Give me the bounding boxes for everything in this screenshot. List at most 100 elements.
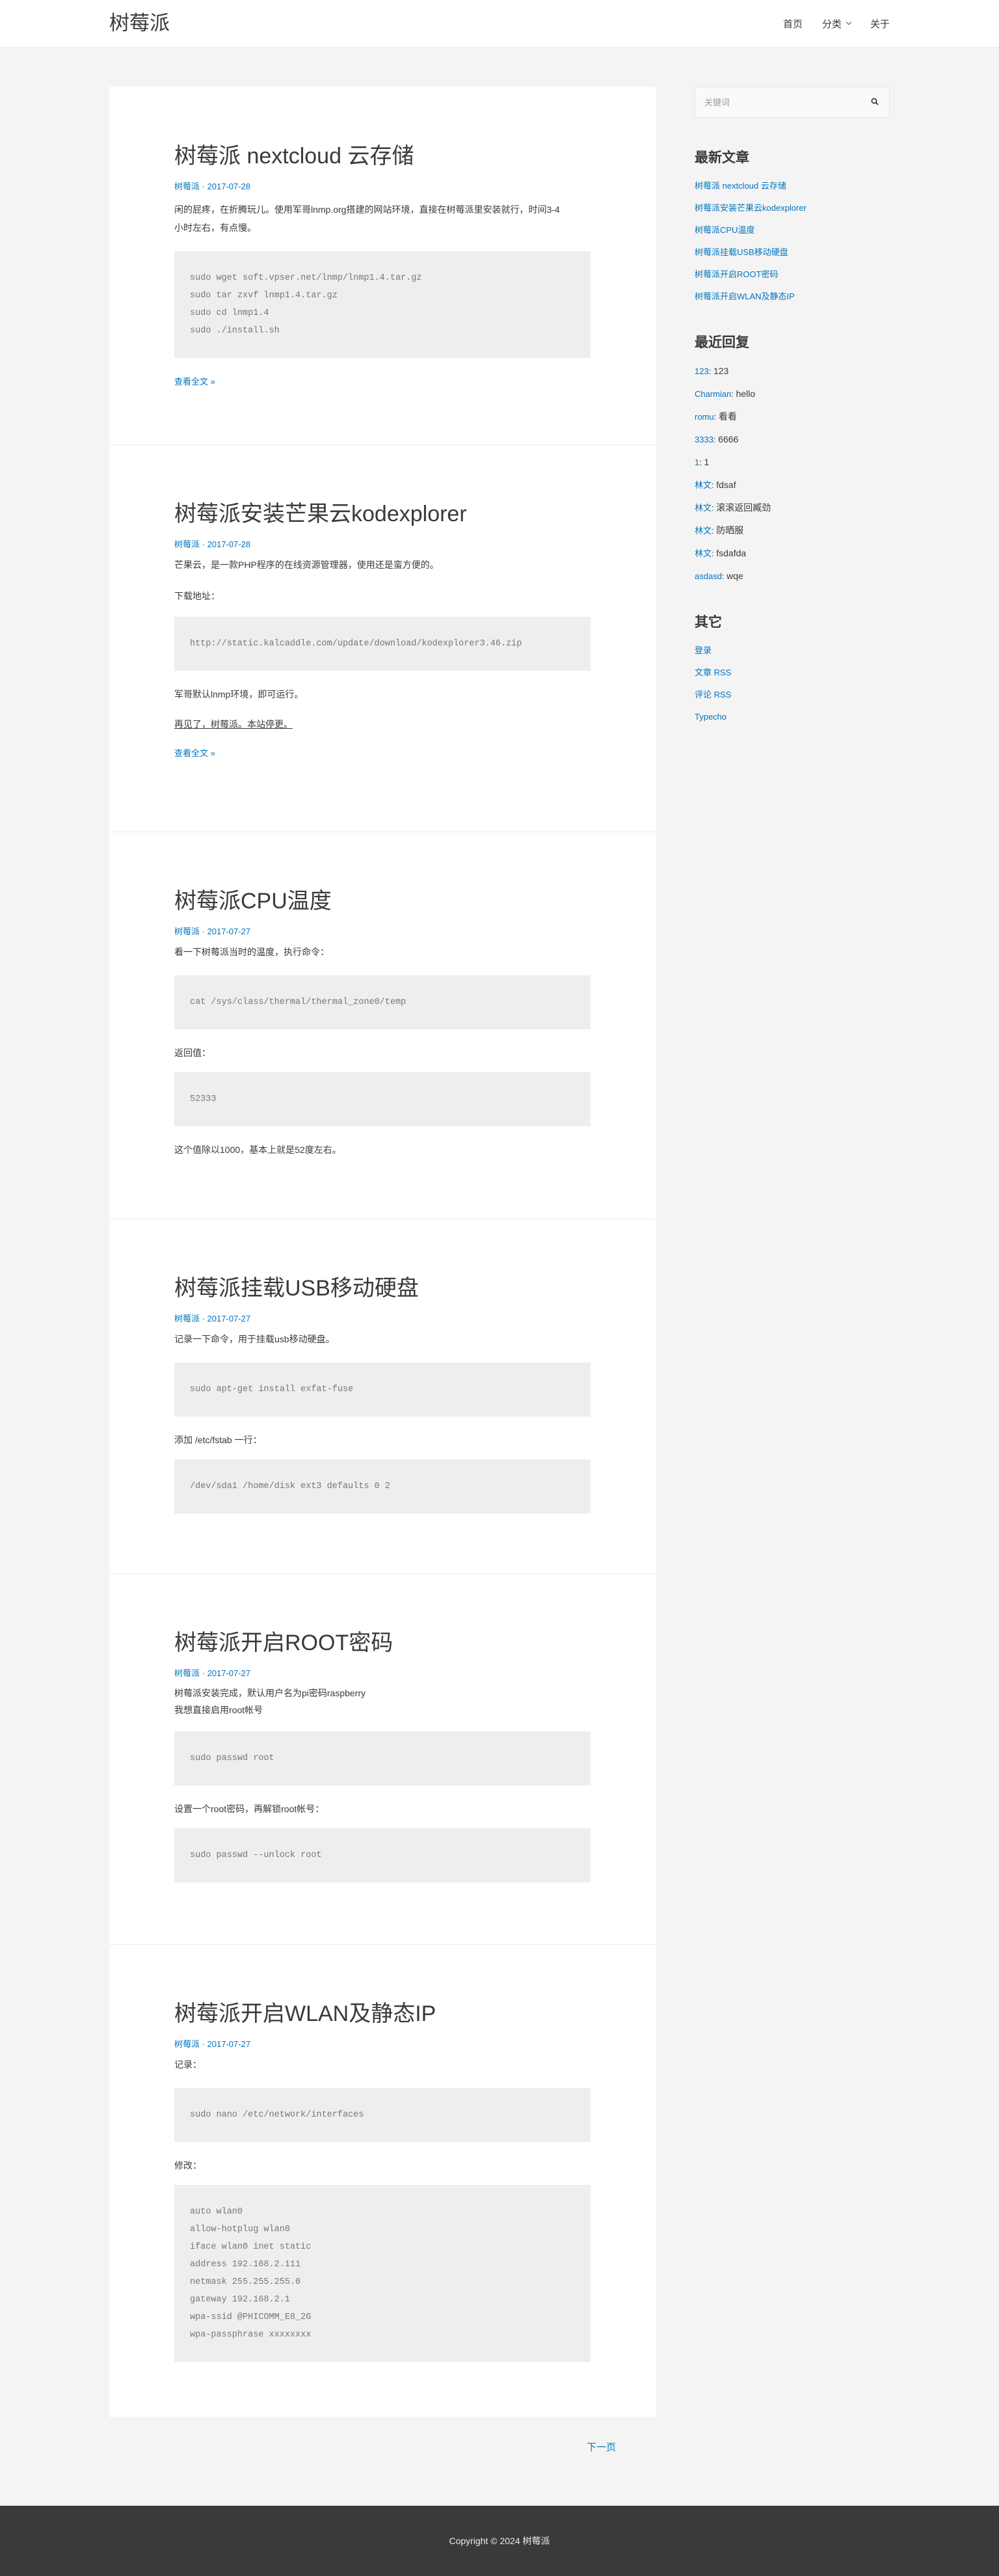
post-card: 树莓派开启ROOT密码 树莓派 · 2017-07-27 树莓派安装完成，默认用…	[109, 1573, 656, 1945]
post-text: 修改：	[174, 2160, 202, 2171]
comment-author-link[interactable]: Charmian	[695, 389, 731, 399]
post-meta: 树莓派 · 2017-07-27	[174, 1314, 251, 1323]
comment-text: fsdafda	[716, 548, 747, 558]
widget-title: 最新文章	[695, 150, 749, 165]
main-nav: 首页 分类 关于	[764, 0, 890, 47]
nav-category-label: 分类	[821, 18, 842, 30]
widget-title: 最近回复	[695, 335, 749, 350]
post-category[interactable]: 树莓派	[174, 1668, 200, 1678]
post-category[interactable]: 树莓派	[174, 927, 200, 936]
typecho-link[interactable]: Typecho	[695, 712, 726, 722]
post-card: 树莓派开启WLAN及静态IP 树莓派 · 2017-07-27 记录： sudo…	[109, 1944, 656, 2417]
post-meta: 树莓派 · 2017-07-28	[174, 539, 251, 549]
comment-item: 123: 123	[695, 366, 729, 376]
list-item: 树莓派开启ROOT密码	[695, 264, 890, 286]
recent-post-link[interactable]: 树莓派开启WLAN及静态IP	[695, 291, 795, 301]
nav-category[interactable]: 分类	[821, 17, 852, 31]
nav-home[interactable]: 首页	[783, 17, 803, 31]
comment-author-link[interactable]: romu	[695, 412, 714, 422]
search-input[interactable]	[703, 94, 862, 110]
search-box	[695, 87, 890, 118]
code-block: sudo passwd root	[174, 1731, 591, 1785]
comment-author-link[interactable]: asdasd	[695, 571, 722, 581]
post-card: 树莓派 nextcloud 云存储 树莓派 · 2017-07-28 闲的屁疼，…	[109, 87, 656, 445]
post-meta: 树莓派 · 2017-07-27	[174, 927, 251, 936]
post-text: 返回值：	[174, 1048, 211, 1058]
copyright-text: Copyright © 2024 树莓派	[449, 2536, 550, 2546]
read-more-link[interactable]: 查看全文 »	[174, 375, 591, 387]
post-category[interactable]: 树莓派	[174, 2039, 200, 2049]
post-category[interactable]: 树莓派	[174, 1314, 200, 1323]
post-title[interactable]: 树莓派CPU温度	[174, 887, 591, 915]
post-title[interactable]: 树莓派 nextcloud 云存储	[174, 142, 591, 170]
comment-item: 林文: 滚滚返回臧劲	[695, 502, 771, 513]
comment-text: 1	[704, 457, 710, 467]
comment-text: 看看	[718, 411, 737, 422]
login-link[interactable]: 登录	[695, 645, 712, 655]
comment-text: hello	[736, 388, 756, 399]
post-date: 2017-07-27	[207, 927, 251, 936]
recent-post-link[interactable]: 树莓派开启ROOT密码	[695, 269, 779, 279]
recent-comments-widget: 最近回复 123: 123 Charmian: hello romu: 看看 3…	[695, 334, 890, 588]
code-block: http://static.kalcaddle.com/update/downl…	[174, 617, 591, 671]
post-excerpt: 闲的屁疼，在折腾玩儿。使用军哥lnmp.org搭建的网站环境，直接在树莓派里安装…	[174, 204, 560, 233]
post-title[interactable]: 树莓派安装芒果云kodexplorer	[174, 500, 591, 528]
search-icon[interactable]	[871, 98, 879, 105]
code-block: sudo passwd --unlock root	[174, 1828, 591, 1882]
site-footer: Copyright © 2024 树莓派	[0, 2506, 999, 2576]
comment-author-link[interactable]: 林文	[695, 549, 712, 558]
list-item: Typecho	[695, 706, 890, 728]
comment-author-link[interactable]: 林文	[695, 503, 712, 513]
chevron-down-icon	[846, 19, 852, 25]
read-more-link[interactable]: 查看全文 »	[174, 746, 591, 759]
recent-post-link[interactable]: 树莓派 nextcloud 云存储	[695, 181, 786, 191]
site-title[interactable]: 树莓派	[109, 10, 170, 37]
post-date: 2017-07-27	[207, 2039, 251, 2049]
post-title[interactable]: 树莓派开启ROOT密码	[174, 1629, 591, 1657]
comment-item: 林文: fdsaf	[695, 480, 736, 490]
posts-rss-link[interactable]: 文章 RSS	[695, 668, 731, 677]
comments-rss-link[interactable]: 评论 RSS	[695, 690, 731, 699]
post-date: 2017-07-28	[207, 539, 251, 549]
post-card: 树莓派安装芒果云kodexplorer 树莓派 · 2017-07-28 芒果云…	[109, 444, 656, 832]
comment-author-link[interactable]: 林文	[695, 480, 712, 490]
post-text: 这个值除以1000，基本上就是52度左右。	[174, 1145, 341, 1155]
code-block: auto wlan0 allow-hotplug wlan0 iface wla…	[174, 2185, 591, 2362]
post-date: 2017-07-28	[207, 182, 251, 191]
code-block: cat /sys/class/thermal/thermal_zone0/tem…	[174, 975, 591, 1029]
post-text: 记录：	[174, 2059, 202, 2070]
recent-post-link[interactable]: 树莓派挂载USB移动硬盘	[695, 247, 788, 257]
comment-author-link[interactable]: 3333	[695, 435, 713, 444]
post-text: 下载地址：	[174, 591, 220, 601]
code-block: 52333	[174, 1072, 591, 1126]
post-title[interactable]: 树莓派挂载USB移动硬盘	[174, 1274, 591, 1303]
comment-author-link[interactable]: 1	[695, 457, 699, 467]
recent-post-link[interactable]: 树莓派安装芒果云kodexplorer	[695, 203, 806, 213]
comment-item: 1: 1	[695, 457, 710, 467]
list-item: 树莓派安装芒果云kodexplorer	[695, 197, 890, 219]
comment-text: 防晒服	[716, 525, 744, 536]
recent-posts-widget: 最新文章 树莓派 nextcloud 云存储 树莓派安装芒果云kodexplor…	[695, 149, 890, 308]
recent-post-link[interactable]: 树莓派CPU温度	[695, 225, 754, 235]
post-title[interactable]: 树莓派开启WLAN及静态IP	[174, 2000, 591, 2028]
next-page-link[interactable]: 下一页	[587, 2440, 616, 2454]
post-category[interactable]: 树莓派	[174, 539, 200, 549]
nav-about[interactable]: 关于	[870, 17, 890, 31]
other-links-widget: 其它 登录 文章 RSS 评论 RSS Typecho	[695, 614, 890, 728]
code-block: /dev/sda1 /home/disk ext3 defaults 0 2	[174, 1459, 591, 1513]
post-date: 2017-07-27	[207, 1668, 251, 1678]
list-item: 树莓派开启WLAN及静态IP	[695, 286, 890, 308]
list-item: 评论 RSS	[695, 684, 890, 706]
widget-title: 其它	[695, 615, 722, 630]
comment-author-link[interactable]: 123	[695, 366, 709, 376]
post-category[interactable]: 树莓派	[174, 182, 200, 191]
comment-author-link[interactable]: 林文	[695, 526, 712, 536]
post-meta: 树莓派 · 2017-07-27	[174, 1668, 251, 1678]
site-header: 树莓派 首页 分类 关于	[0, 0, 999, 47]
comment-item: asdasd: wqe	[695, 571, 743, 581]
post-card: 树莓派挂载USB移动硬盘 树莓派 · 2017-07-27 记录一下命令，用于挂…	[109, 1219, 656, 1574]
post-text: 芒果云，是一款PHP程序的在线资源管理器，使用还是蛮方便的。	[174, 560, 439, 570]
sidebar: 最新文章 树莓派 nextcloud 云存储 树莓派安装芒果云kodexplor…	[695, 87, 890, 728]
post-text: 看一下树莓派当时的温度，执行命令：	[174, 947, 329, 957]
comment-item: 3333: 6666	[695, 434, 739, 444]
